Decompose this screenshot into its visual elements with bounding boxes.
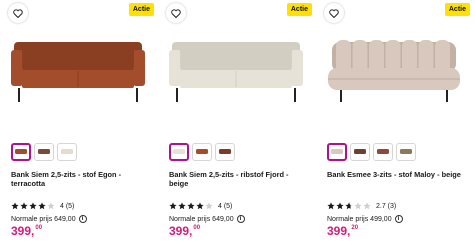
product-image[interactable] [8,30,148,108]
rating-text: 4 (5) [60,202,75,210]
product-card[interactable]: Actie Bank Siem 2,5-zits - ribstof Fjord… [166,0,314,241]
price-cents: 00 [35,225,43,231]
product-image[interactable] [166,30,306,108]
star-icon [178,202,186,210]
star-icon [205,202,213,210]
color-swatch[interactable] [57,143,77,161]
rating: 2.7 (3) [327,202,396,210]
star-icon [47,202,55,210]
normal-price-label: Normale prijs 649,00 [11,215,76,223]
sale-price: 399, 00 [11,225,42,238]
star-rating [11,202,55,210]
info-icon[interactable]: i [394,215,403,223]
wishlist-button[interactable] [324,3,344,23]
normal-price-label: Normale prijs 499,00 [327,215,392,223]
promo-badge: Actie [128,3,154,16]
rating-text: 4 (5) [218,202,233,210]
wishlist-button[interactable] [166,3,186,23]
normal-price-label: Normale prijs 649,00 [169,215,234,223]
star-icon [196,202,204,210]
product-card[interactable]: Actie Bank Siem 2,5-zits - stof Egon - t… [8,0,156,241]
color-swatches [11,143,77,161]
star-icon [363,202,371,210]
info-icon[interactable]: i [236,215,245,223]
star-icon [29,202,37,210]
price-main: 399, [327,224,351,238]
product-title[interactable]: Bank Esmee 3-zits - stof Maloy - beige [327,170,467,179]
info-icon[interactable]: i [78,215,87,223]
normal-price: Normale prijs 649,00 i [11,215,87,223]
color-swatch[interactable] [327,143,347,161]
product-card[interactable]: Actie Bank Esmee 3-zits - stof Maloy - b… [324,0,472,241]
star-icon [38,202,46,210]
rating: 4 (5) [11,202,74,210]
color-swatch[interactable] [215,143,235,161]
star-icon [345,202,353,210]
rating-text: 2.7 (3) [376,202,397,210]
wishlist-button[interactable] [8,3,28,23]
rating: 4 (5) [169,202,232,210]
color-swatches [327,143,416,161]
heart-icon [329,8,339,18]
sale-price: 399, 00 [169,225,200,238]
star-icon [327,202,335,210]
product-image[interactable] [324,30,464,108]
price-cents: 20 [351,225,359,231]
product-title[interactable]: Bank Siem 2,5-zits - ribstof Fjord - bei… [169,170,309,188]
star-icon [20,202,28,210]
price-main: 399, [11,224,35,238]
sale-price: 399, 20 [327,225,358,238]
star-rating [327,202,371,210]
normal-price: Normale prijs 499,00 i [327,215,403,223]
color-swatch[interactable] [350,143,370,161]
star-icon [354,202,362,210]
heart-icon [13,8,23,18]
color-swatch[interactable] [169,143,189,161]
star-icon [11,202,19,210]
star-icon [169,202,177,210]
color-swatch[interactable] [396,143,416,161]
star-rating [169,202,213,210]
price-main: 399, [169,224,193,238]
price-cents: 00 [193,225,201,231]
color-swatch[interactable] [192,143,212,161]
product-title[interactable]: Bank Siem 2,5-zits - stof Egon - terraco… [11,170,151,188]
color-swatch[interactable] [373,143,393,161]
heart-icon [171,8,181,18]
color-swatch[interactable] [11,143,31,161]
promo-badge: Actie [444,3,470,16]
normal-price: Normale prijs 649,00 i [169,215,245,223]
promo-badge: Actie [286,3,312,16]
star-icon [336,202,344,210]
star-icon [187,202,195,210]
color-swatch[interactable] [34,143,54,161]
color-swatches [169,143,235,161]
product-grid: Actie Bank Siem 2,5-zits - stof Egon - t… [0,0,475,241]
